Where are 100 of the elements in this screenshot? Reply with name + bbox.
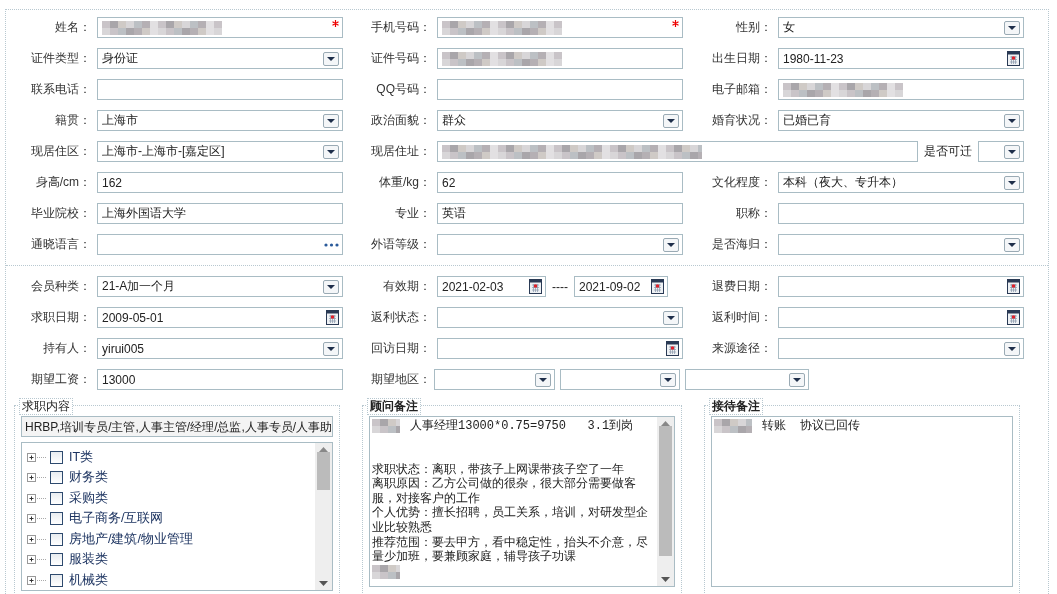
dropdown-field[interactable] xyxy=(685,369,809,390)
input-field[interactable] xyxy=(437,17,683,38)
scrollbar-thumb[interactable] xyxy=(317,452,330,490)
dropdown-icon[interactable] xyxy=(323,144,339,159)
checkbox[interactable] xyxy=(50,532,63,546)
dropdown-field[interactable] xyxy=(778,234,1024,255)
scroll-down-icon[interactable] xyxy=(661,577,670,582)
calendar-icon[interactable] xyxy=(1007,51,1020,66)
dropdown-icon[interactable] xyxy=(660,372,676,387)
input-field[interactable]: 英语 xyxy=(437,203,683,224)
dropdown-icon[interactable] xyxy=(1004,175,1020,190)
scrollbar[interactable] xyxy=(315,443,332,590)
input-field[interactable] xyxy=(778,79,1024,100)
field-label: 婚育状况： xyxy=(711,112,773,129)
notes-textarea[interactable]: 转账 协议已回传 xyxy=(711,416,1013,587)
picker-field[interactable] xyxy=(97,234,343,255)
tree-item[interactable]: 财务类 xyxy=(69,469,108,487)
dropdown-icon[interactable] xyxy=(323,51,339,66)
selected-jobs-field[interactable]: HRBP,培训专员/主管,人事主管/经理/总监,人事专员/人事助 xyxy=(21,416,333,437)
dropdown-icon[interactable] xyxy=(1004,237,1020,252)
note-line: 人事经理13000*0.75=9750 3.1到岗 xyxy=(410,419,634,434)
input-field[interactable]: 上海外国语大学 xyxy=(97,203,343,224)
date-field[interactable]: 2021-09-02 xyxy=(574,276,668,297)
input-field[interactable] xyxy=(97,79,343,100)
dropdown-field[interactable] xyxy=(437,307,683,328)
dropdown-icon[interactable] xyxy=(663,237,679,252)
scroll-down-icon[interactable] xyxy=(319,581,328,586)
expand-icon[interactable] xyxy=(27,534,47,544)
dropdown-icon[interactable] xyxy=(323,341,339,356)
calendar-icon[interactable] xyxy=(1007,279,1020,294)
calendar-icon[interactable] xyxy=(1007,310,1020,325)
dropdown-icon[interactable] xyxy=(323,113,339,128)
dropdown-field[interactable]: 身份证 xyxy=(97,48,343,69)
dropdown-field[interactable] xyxy=(778,338,1024,359)
calendar-icon[interactable] xyxy=(651,279,664,294)
tree-item[interactable]: 房地产/建筑/物业管理 xyxy=(69,530,193,548)
dropdown-icon[interactable] xyxy=(1004,144,1020,159)
dropdown-icon[interactable] xyxy=(535,372,551,387)
dropdown-icon[interactable] xyxy=(663,113,679,128)
tree-item[interactable]: IT类 xyxy=(69,448,94,466)
calendar-icon[interactable] xyxy=(529,279,542,294)
calendar-icon[interactable] xyxy=(666,341,679,356)
field-label: 手机号码： xyxy=(370,19,432,36)
dropdown-field[interactable]: yirui005 xyxy=(97,338,343,359)
dropdown-field[interactable] xyxy=(437,234,683,255)
checkbox[interactable] xyxy=(50,512,63,526)
checkbox[interactable] xyxy=(50,553,63,567)
dropdown-icon[interactable] xyxy=(1004,113,1020,128)
date-field[interactable]: 2021-02-03 xyxy=(437,276,546,297)
date-field[interactable] xyxy=(437,338,683,359)
date-field[interactable] xyxy=(778,307,1024,328)
dropdown-field[interactable]: 本科（夜大、专升本） xyxy=(778,172,1024,193)
more-icon[interactable] xyxy=(324,242,339,247)
input-field[interactable]: 62 xyxy=(437,172,683,193)
expand-icon[interactable] xyxy=(27,452,47,462)
tree-item[interactable]: 机械类 xyxy=(69,571,108,589)
field-label: 毕业院校： xyxy=(30,205,92,222)
calendar-icon[interactable] xyxy=(326,310,339,325)
dropdown-field[interactable]: 上海市-上海市-[嘉定区] xyxy=(97,141,343,162)
dropdown-field[interactable] xyxy=(434,369,555,390)
dropdown-field[interactable]: 21-A加一个月 xyxy=(97,276,343,297)
scrollbar[interactable] xyxy=(657,417,674,586)
expand-icon[interactable] xyxy=(27,575,47,585)
date-field[interactable]: 2009-05-01 xyxy=(97,307,343,328)
dropdown-field[interactable] xyxy=(978,141,1024,162)
dropdown-icon[interactable] xyxy=(789,372,805,387)
checkbox[interactable] xyxy=(50,471,63,485)
dropdown-icon[interactable] xyxy=(663,310,679,325)
tree-item[interactable]: 采购类 xyxy=(69,489,108,507)
expand-icon[interactable] xyxy=(27,473,47,483)
field-label: 联系电话： xyxy=(30,81,92,98)
expand-icon[interactable] xyxy=(27,493,47,503)
dropdown-icon[interactable] xyxy=(1004,20,1020,35)
tree-item[interactable]: 电子商务/互联网 xyxy=(69,510,164,528)
input-field[interactable]: 162 xyxy=(97,172,343,193)
checkbox[interactable] xyxy=(50,450,63,464)
dropdown-field[interactable]: 女 xyxy=(778,17,1024,38)
input-field[interactable]: 13000 xyxy=(97,369,343,390)
note-line: 量少加班，要兼顾家庭，辅导孩子功课 xyxy=(372,550,576,565)
field-label: 专业： xyxy=(394,205,432,222)
dropdown-field[interactable]: 已婚已育 xyxy=(778,110,1024,131)
scrollbar-thumb[interactable] xyxy=(659,426,672,556)
dropdown-field[interactable] xyxy=(560,369,680,390)
date-field[interactable]: 1980-11-23 xyxy=(778,48,1024,69)
expand-icon[interactable] xyxy=(27,514,47,524)
dropdown-icon[interactable] xyxy=(1004,341,1020,356)
input-field[interactable] xyxy=(437,79,683,100)
notes-textarea[interactable]: 人事经理13000*0.75=9750 3.1到岗 求职状态：离职，带孩子上网课带孩子空了一年 离职原因：乙方公司做的很杂，很大部分需要做客 服，对接客户的工作 个人优势：擅长招聘，员工关系，培训，对研发型企 业比较熟悉 推荐范围：要去甲方，看中稳定性，抬头不介意，尽 量少加班，要兼顾家庭，辅导孩子功课 xyxy=(369,416,675,587)
input-field[interactable] xyxy=(97,17,343,38)
checkbox[interactable] xyxy=(50,573,63,587)
dropdown-icon[interactable] xyxy=(323,279,339,294)
input-field[interactable] xyxy=(778,203,1024,224)
dropdown-field[interactable]: 上海市 xyxy=(97,110,343,131)
date-field[interactable] xyxy=(778,276,1024,297)
input-field[interactable] xyxy=(437,141,918,162)
dropdown-field[interactable]: 群众 xyxy=(437,110,683,131)
expand-icon[interactable] xyxy=(27,555,47,565)
checkbox[interactable] xyxy=(50,491,63,505)
tree-item[interactable]: 服装类 xyxy=(69,551,108,569)
input-field[interactable] xyxy=(437,48,683,69)
